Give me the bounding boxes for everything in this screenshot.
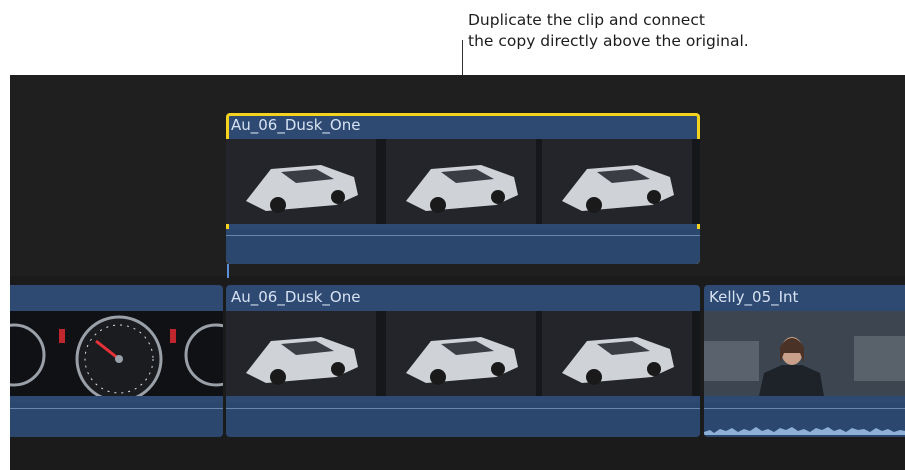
- clip-filmstrip: [10, 311, 223, 396]
- car-thumbnail: [386, 139, 536, 224]
- primary-clip-interview[interactable]: Kelly_05_Int: [704, 285, 905, 437]
- callout-line-1: Duplicate the clip and connect: [468, 11, 705, 29]
- clip-filmstrip: [704, 311, 905, 396]
- clip-name: Kelly_05_Int: [709, 288, 799, 306]
- callout-line-2: the copy directly above the original.: [468, 32, 749, 50]
- clip-audio-line: [10, 408, 223, 409]
- clip-name: Au_06_Dusk_One: [231, 288, 361, 306]
- primary-clip-speedometer[interactable]: [10, 285, 223, 437]
- speedometer-thumbnail: [10, 311, 223, 396]
- car-thumbnail: [226, 139, 376, 224]
- car-thumbnail: [542, 311, 692, 396]
- car-thumbnail: [386, 311, 536, 396]
- clip-audio-line: [226, 408, 700, 409]
- connected-clip[interactable]: Au_06_Dusk_One: [226, 113, 700, 264]
- clip-filmstrip: [226, 311, 700, 396]
- primary-clip-car[interactable]: Au_06_Dusk_One: [226, 285, 700, 437]
- clip-name: Au_06_Dusk_One: [231, 116, 361, 134]
- clip-filmstrip: [226, 139, 700, 224]
- car-thumbnail: [542, 139, 692, 224]
- car-thumbnail: [226, 311, 376, 396]
- interview-thumbnail: [704, 311, 905, 396]
- clip-audio-line: [226, 235, 700, 236]
- connection-line: [227, 264, 229, 278]
- timeline[interactable]: Au_06_Dusk_One Au_06_Dusk_One Kelly_05_I…: [10, 75, 905, 470]
- clip-audio-line: [704, 408, 905, 409]
- callout-text: Duplicate the clip and connect the copy …: [468, 10, 749, 52]
- audio-waveform: [704, 427, 905, 435]
